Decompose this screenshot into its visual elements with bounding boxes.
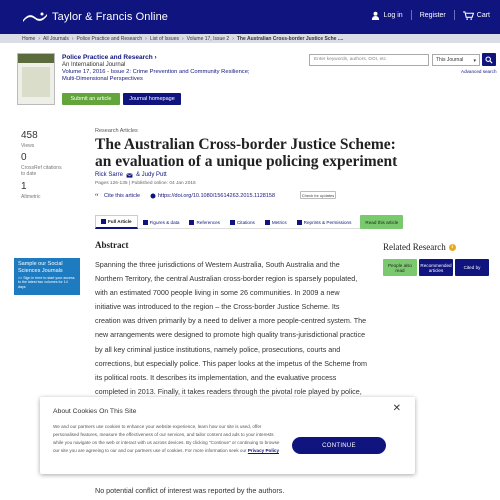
crossref-count: 0 (21, 152, 27, 163)
document-icon (101, 219, 106, 224)
login-link[interactable]: Log in (384, 12, 403, 19)
author-link[interactable]: Rick Sarre (95, 172, 123, 178)
svg-text:“: “ (95, 193, 99, 199)
brand-logo[interactable]: Taylor & Francis Online (22, 10, 168, 24)
divider (453, 10, 455, 20)
issue-info[interactable]: Volume 17, 2016 - Issue 2: Crime Prevent… (62, 69, 272, 83)
references-icon (189, 219, 195, 225)
tab-cited-by[interactable]: Cited by (455, 259, 489, 276)
journal-cover-image[interactable] (17, 53, 55, 105)
altmetric-label: Altmetric (21, 194, 41, 200)
breadcrumb: Home › All Journals › Police Practice and … (0, 34, 500, 43)
register-link[interactable]: Register (420, 12, 446, 19)
views-count: 458 (21, 130, 38, 141)
divider (410, 10, 412, 20)
mail-icon[interactable] (126, 172, 133, 178)
person-icon (371, 11, 379, 20)
quote-icon: “ (95, 193, 99, 199)
tab-people-also-read[interactable]: People also read (383, 259, 417, 276)
cite-article-link[interactable]: “ Cite this article (95, 193, 140, 199)
search-input[interactable]: Enter keywords, authors, DOI, etc (309, 54, 429, 66)
tab-references[interactable]: References (184, 215, 225, 229)
search-scope-select[interactable]: This Journal ▾ (432, 54, 480, 66)
tab-recommended-articles[interactable]: Recommended articles (419, 259, 453, 276)
tf-logo-icon (23, 12, 47, 22)
journal-subtitle: An International Journal (62, 62, 126, 68)
altmetric-count: 1 (21, 181, 27, 192)
breadcrumb-volume[interactable]: Volume 17, Issue 2 (187, 36, 230, 42)
breadcrumb-all-journals[interactable]: All Journals (43, 36, 69, 42)
views-label: Views (21, 143, 35, 149)
print-icon (296, 219, 302, 225)
tab-figures[interactable]: Figures & data (138, 215, 185, 229)
info-icon[interactable]: i (448, 243, 456, 251)
abstract-text: Spanning the three jurisdictions of West… (95, 260, 367, 410)
advanced-search-link[interactable]: Advanced search (461, 69, 497, 74)
read-article-button[interactable]: Read this article (360, 215, 404, 229)
image-icon (142, 219, 148, 225)
journal-title[interactable]: Police Practice and Research › (62, 54, 157, 61)
cookie-text: We and our partners use cookies to enhan… (53, 424, 280, 454)
pages-info: Pages 126-135 | Published online: 04 Jan… (95, 181, 196, 186)
bar-chart-icon (264, 219, 270, 225)
cart-icon (462, 10, 474, 20)
search-icon (485, 55, 493, 64)
brand-name: Taylor & Francis Online (52, 11, 169, 23)
cart-link[interactable]: Cart (462, 10, 490, 20)
chevron-down-icon: ▾ (473, 58, 476, 64)
related-research-heading: Related Research i (383, 242, 456, 252)
breadcrumb-journal[interactable]: Police Practice and Research (77, 36, 143, 42)
abstract-heading: Abstract (95, 240, 129, 250)
account-links: Log in Register Cart (371, 10, 490, 20)
quote-icon (229, 219, 235, 225)
cookie-title: About Cookies On This Site (53, 408, 137, 415)
close-icon[interactable]: ✕ (393, 403, 401, 414)
journal-homepage-button[interactable]: Journal homepage (123, 93, 181, 105)
privacy-policy-link[interactable]: Privacy Policy (248, 448, 279, 453)
social-sciences-ad[interactable]: Sample our Social Sciences Journals >> S… (14, 258, 80, 295)
cookie-banner: About Cookies On This Site ✕ We and our … (40, 397, 415, 474)
breadcrumb-home[interactable]: Home (22, 36, 35, 42)
top-bar: Taylor & Francis Online Log in Register … (0, 0, 500, 34)
tab-metrics[interactable]: Metrics (260, 215, 292, 229)
tab-full-article[interactable]: Full Article (95, 215, 138, 229)
breadcrumb-current: The Australian Cross-border Justice Sche… (236, 35, 344, 42)
link-icon (150, 193, 156, 199)
submit-article-button[interactable]: Submit an article (62, 93, 120, 105)
cart-label: Cart (476, 11, 490, 19)
breadcrumb-issues[interactable]: List of Issues (150, 36, 179, 42)
crossref-label: CrossRef citations to date (21, 165, 62, 177)
author-link[interactable]: & Judy Putt (136, 172, 167, 178)
article-type: Research Articles (95, 128, 138, 134)
search-button[interactable] (482, 53, 496, 66)
article-title: The Australian Cross-border Justice Sche… (95, 136, 398, 170)
article-tabs: Full Article Figures & data References C… (95, 215, 404, 229)
tab-reprints[interactable]: Reprints & Permissions (292, 215, 357, 229)
doi-link[interactable]: https://doi.org/10.1080/15614263.2015.11… (150, 193, 275, 199)
tab-citations[interactable]: Citations (225, 215, 260, 229)
check-for-updates-button[interactable]: Check for updates (300, 191, 336, 199)
authors: Rick Sarre & Judy Putt (95, 172, 167, 178)
conflict-statement: No potential conflict of interest was re… (95, 486, 285, 495)
continue-button[interactable]: CONTINUE (292, 437, 386, 454)
